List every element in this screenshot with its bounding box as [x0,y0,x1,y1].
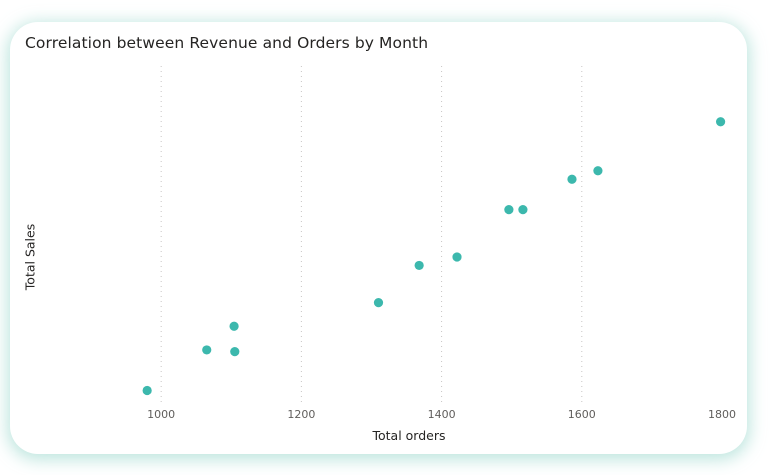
x-tick-label: 1200 [287,408,315,421]
data-point[interactable] [504,205,514,215]
y-axis-title: Total Sales [23,224,38,291]
x-tick-label: 1600 [568,408,596,421]
data-point[interactable] [142,385,152,396]
x-tick-label: 1000 [147,408,175,421]
x-axis-ticks: 1000 1200 1400 1600 1800 [147,408,736,421]
data-point[interactable] [373,298,384,308]
page: Correlation between Revenue and Orders b… [0,0,776,475]
scatter-chart-card[interactable]: Correlation between Revenue and Orders b… [10,22,747,454]
data-point[interactable] [452,252,462,262]
scatter-plot: 1000 1200 1400 1600 1800 Total orders Total … [23,66,736,443]
x-axis-title: Total orders [371,428,445,443]
data-points[interactable] [142,117,726,396]
data-point[interactable] [567,174,577,184]
data-point[interactable] [229,321,239,331]
data-point[interactable] [414,260,424,271]
x-tick-label: 1400 [428,408,456,421]
data-point[interactable] [230,347,240,357]
data-point[interactable] [593,166,603,176]
data-point[interactable] [518,205,528,215]
gridlines [160,66,583,404]
data-point[interactable] [202,345,212,355]
x-tick-label: 1800 [708,408,736,421]
data-point[interactable] [715,117,726,127]
